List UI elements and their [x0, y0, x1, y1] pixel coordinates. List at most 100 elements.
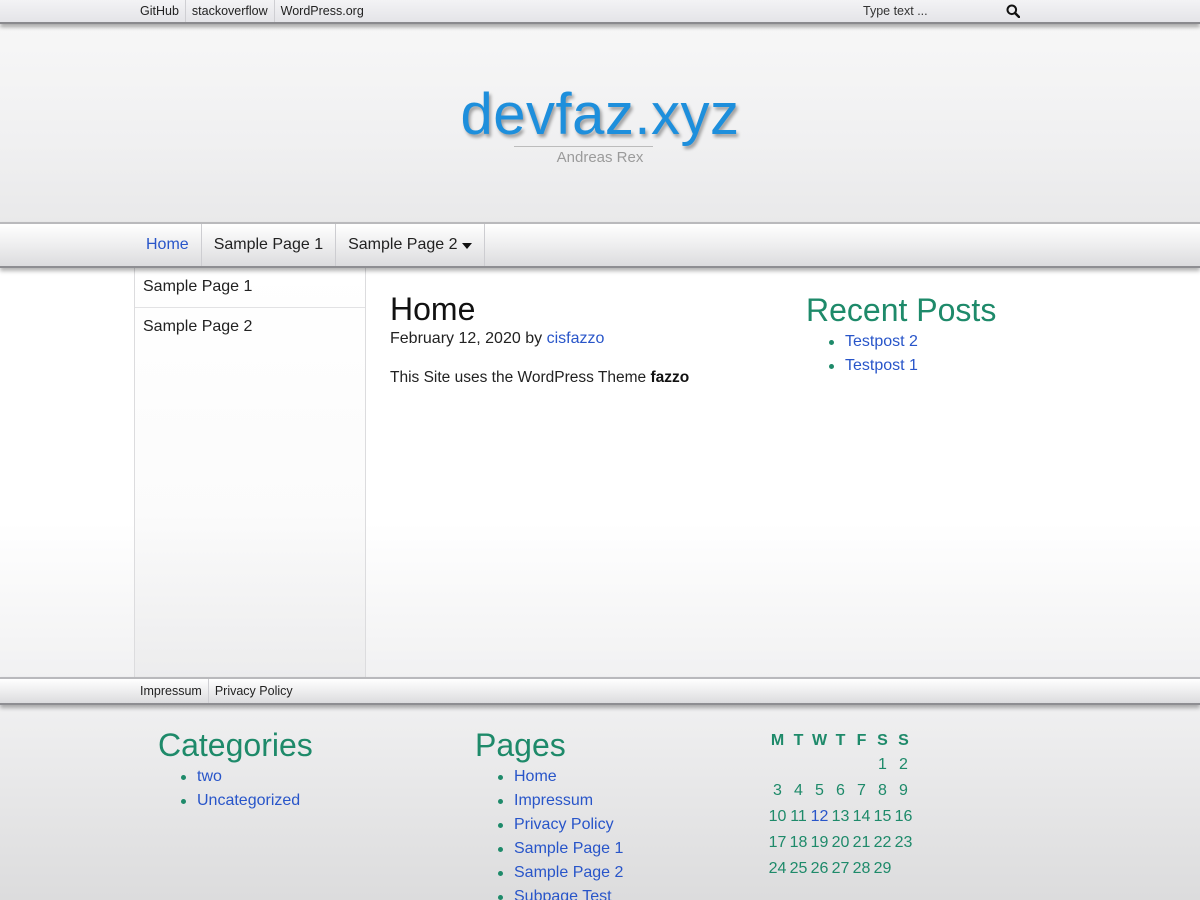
tagline-divider — [514, 146, 653, 147]
list-item: Subpage Test — [475, 885, 735, 900]
pages-widget: Pages Home Impressum Privacy Policy Samp… — [475, 725, 735, 900]
nav-item-label: Sample Page 1 — [213, 236, 324, 253]
nav-item-label: Sample Page 2 — [348, 236, 458, 253]
footer-link-privacy-policy[interactable]: Privacy Policy — [207, 679, 299, 703]
page-link[interactable]: Privacy Policy — [514, 816, 614, 833]
list-item: Home — [475, 765, 735, 789]
calendar-day: 25 — [789, 860, 808, 877]
list-item: Sample Page 2 — [475, 861, 735, 885]
calendar-day: 10 — [768, 808, 787, 825]
calendar-widget: M T W T F S S 1 2 3 4 5 6 7 8 9 10 11 12… — [767, 730, 927, 882]
page-link[interactable]: Home — [514, 768, 557, 785]
calendar-day: 24 — [768, 860, 787, 877]
nav-item-home[interactable]: Home — [134, 224, 202, 266]
nav-item-label: Home — [146, 236, 189, 253]
calendar-day: 28 — [852, 860, 871, 877]
list-item: Uncategorized — [158, 789, 438, 813]
recent-post-link[interactable]: Testpost 2 — [845, 333, 918, 350]
category-link[interactable]: two — [197, 768, 222, 785]
calendar-table: M T W T F S S 1 2 3 4 5 6 7 8 9 10 11 12… — [767, 730, 914, 882]
page-link[interactable]: Sample Page 2 — [514, 864, 623, 881]
calendar-day: 4 — [794, 782, 803, 799]
calendar-day-link[interactable]: 12 — [809, 804, 830, 830]
top-links: GitHub stackoverflow WordPress.org — [134, 0, 370, 22]
site-header: devfaz.xyz Andreas Rex — [0, 26, 1200, 222]
post-text: This Site uses the WordPress Theme — [390, 369, 647, 386]
footer-link-impressum[interactable]: Impressum — [134, 679, 208, 703]
list-item: Impressum — [475, 789, 735, 813]
content-area: Sample Page 1 Sample Page 2 Home Februar… — [0, 268, 1200, 678]
post-body: This Site uses the WordPress Theme fazzo — [390, 369, 790, 387]
calendar-day: 1 — [878, 756, 887, 773]
site-tagline: Andreas Rex — [556, 149, 644, 166]
list-item: Testpost 2 — [806, 330, 1106, 354]
recent-post-link[interactable]: Testpost 1 — [845, 357, 918, 374]
calendar-day: 5 — [815, 782, 824, 799]
calendar-weekday: S — [877, 732, 888, 749]
list-item: two — [158, 765, 438, 789]
categories-widget: Categories two Uncategorized — [158, 725, 438, 813]
calendar-day: 27 — [831, 860, 850, 877]
post-author-link[interactable]: cisfazzo — [547, 330, 605, 347]
list-item: Testpost 1 — [806, 354, 1106, 378]
calendar-day: 29 — [873, 860, 892, 877]
list-item: Sample Page 1 — [475, 837, 735, 861]
calendar-weekday: W — [811, 732, 828, 749]
nav-item-sample-page-1[interactable]: Sample Page 1 — [202, 224, 337, 266]
calendar-day: 26 — [810, 860, 829, 877]
calendar-weekday: T — [835, 732, 846, 749]
post-by: by — [525, 330, 543, 347]
nav-item-sample-page-2[interactable]: Sample Page 2 — [336, 224, 485, 266]
search-form — [858, 0, 1026, 22]
category-link[interactable]: Uncategorized — [197, 792, 300, 809]
list-item: Privacy Policy — [475, 813, 735, 837]
sidebar-item-sample-page-2[interactable]: Sample Page 2 — [135, 308, 365, 348]
categories-list: two Uncategorized — [158, 765, 438, 813]
calendar-day: 21 — [852, 834, 871, 851]
search-input[interactable] — [858, 0, 998, 22]
calendar-day — [767, 752, 788, 778]
sidebar: Sample Page 1 Sample Page 2 — [134, 268, 366, 678]
calendar-day: 18 — [789, 834, 808, 851]
calendar-day: 11 — [790, 808, 807, 825]
post-date: February 12, 2020 — [390, 330, 521, 347]
pages-heading: Pages — [475, 727, 566, 763]
calendar-day: 6 — [836, 782, 845, 799]
post-title: Home — [390, 291, 476, 327]
calendar-day — [809, 752, 830, 778]
calendar-day: 22 — [873, 834, 892, 851]
calendar-day — [893, 856, 914, 882]
calendar-day: 17 — [768, 834, 787, 851]
page-link[interactable]: Sample Page 1 — [514, 840, 623, 857]
categories-heading: Categories — [158, 727, 313, 763]
page-link[interactable]: Impressum — [514, 792, 593, 809]
top-link-stackoverflow[interactable]: stackoverflow — [184, 0, 274, 22]
calendar-day: 16 — [894, 808, 913, 825]
footer-widgets: Categories two Uncategorized Pages Home … — [0, 705, 1200, 900]
recent-posts-list: Testpost 2 Testpost 1 — [806, 330, 1106, 378]
calendar-day — [788, 752, 809, 778]
calendar-day — [851, 752, 872, 778]
main-navigation: Home Sample Page 1 Sample Page 2 — [0, 222, 1200, 268]
page-link[interactable]: Subpage Test — [514, 888, 612, 900]
sidebar-item-sample-page-1[interactable]: Sample Page 1 — [135, 268, 365, 308]
calendar-day — [830, 752, 851, 778]
calendar-day: 14 — [852, 808, 871, 825]
post: Home February 12, 2020 by cisfazzo This … — [390, 290, 790, 387]
recent-posts-widget: Recent Posts Testpost 2 Testpost 1 — [806, 290, 1106, 378]
calendar-day: 13 — [831, 808, 850, 825]
calendar-day: 19 — [810, 834, 829, 851]
site-title[interactable]: devfaz.xyz — [0, 81, 1200, 148]
top-link-wordpress[interactable]: WordPress.org — [273, 0, 370, 22]
caret-down-icon — [461, 243, 472, 249]
footer-bar: Impressum Privacy Policy — [0, 677, 1200, 705]
search-icon[interactable] — [1006, 4, 1020, 18]
calendar-day: 3 — [773, 782, 782, 799]
pages-list: Home Impressum Privacy Policy Sample Pag… — [475, 765, 735, 900]
calendar-day: 2 — [899, 756, 908, 773]
theme-name: fazzo — [650, 369, 690, 386]
top-link-github[interactable]: GitHub — [134, 0, 185, 22]
calendar-day: 8 — [878, 782, 887, 799]
calendar-weekday: T — [793, 732, 804, 749]
calendar-day: 23 — [894, 834, 913, 851]
